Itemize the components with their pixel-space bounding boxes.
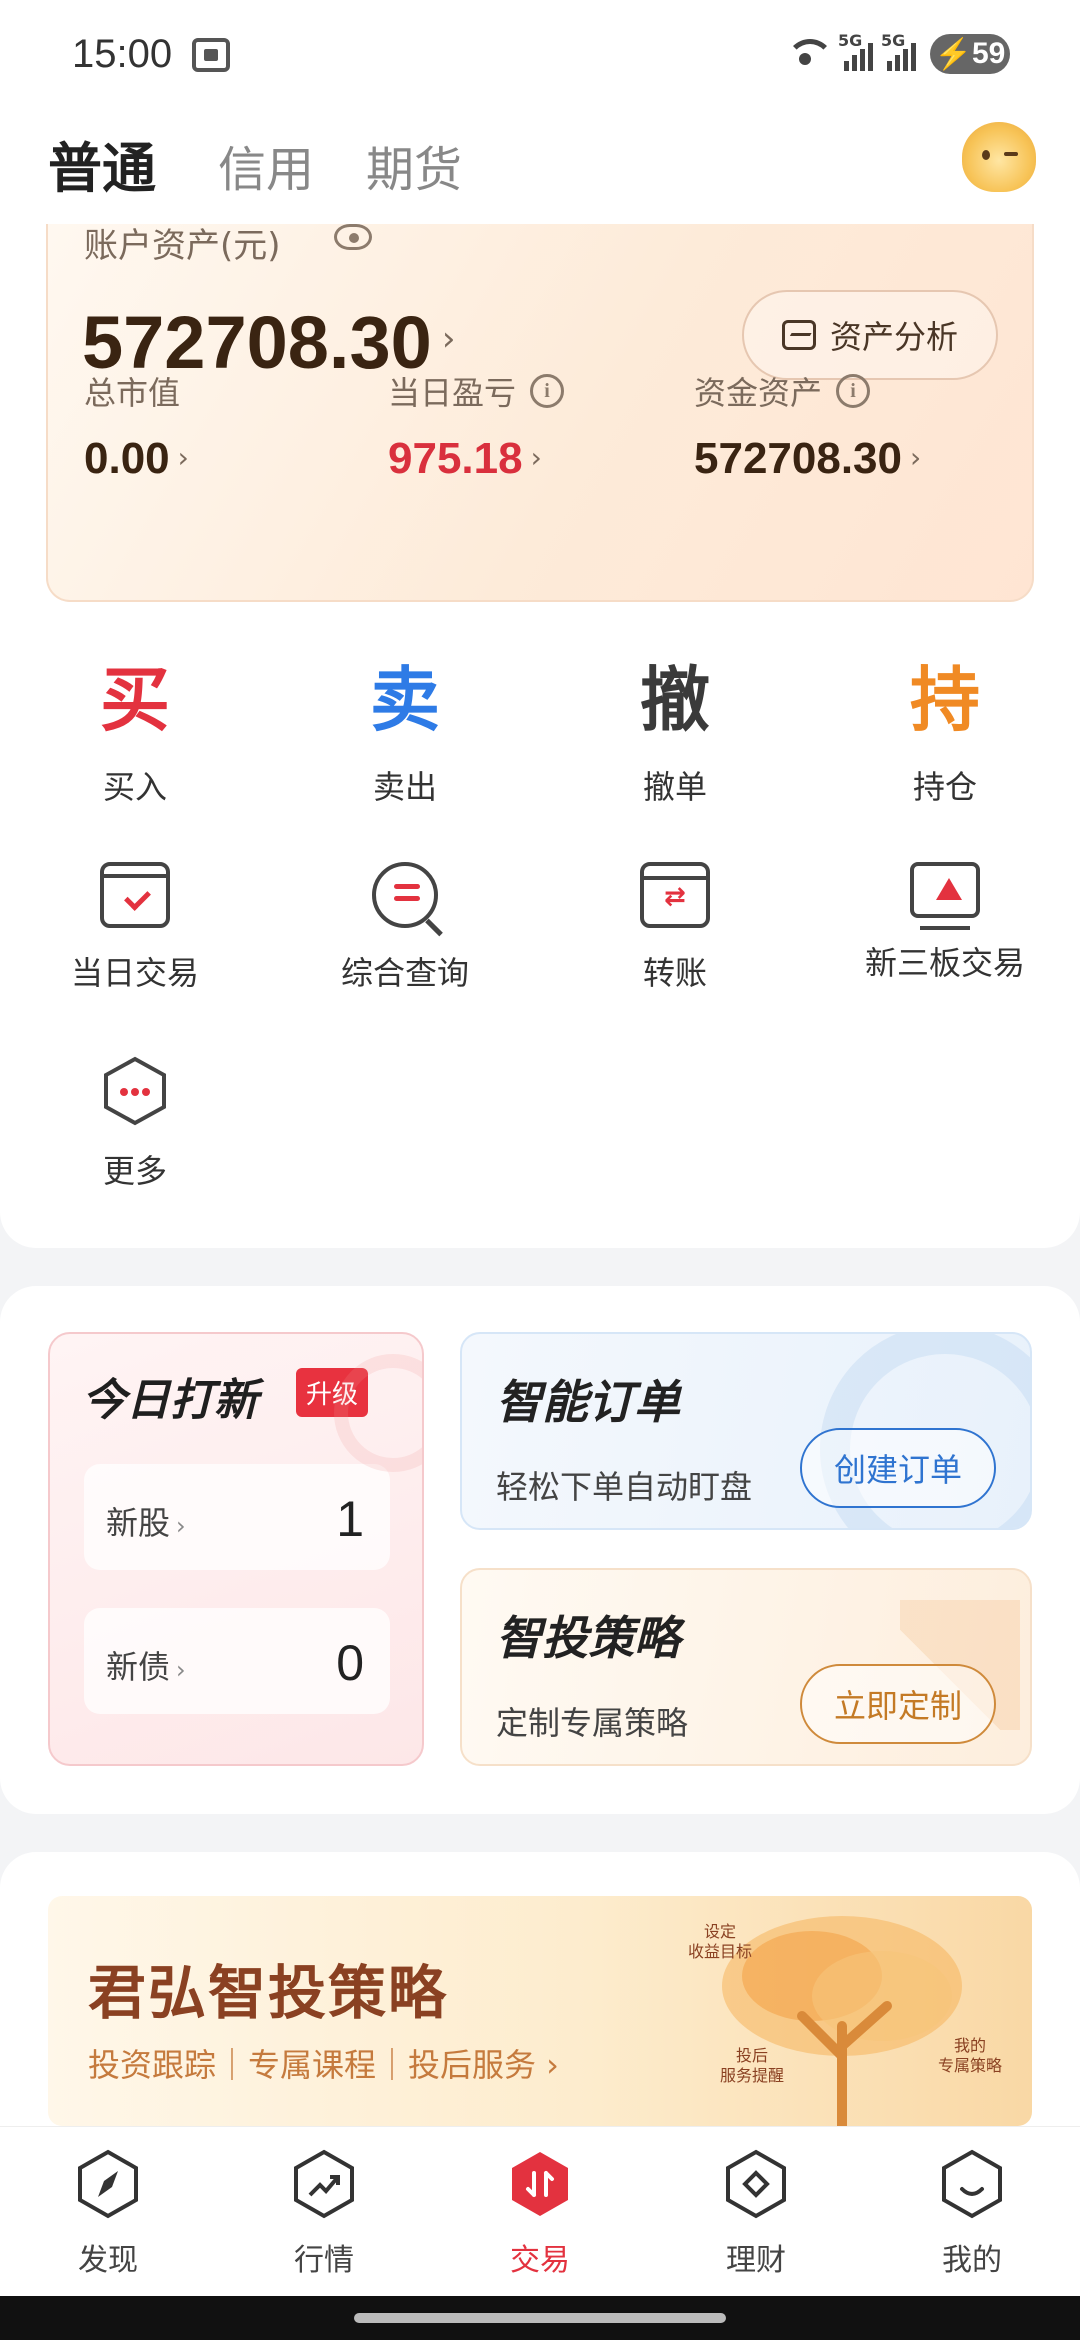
trade-icon (512, 2152, 568, 2216)
mascot-avatar-icon[interactable] (962, 122, 1036, 192)
search-icon (372, 862, 438, 928)
home-indicator[interactable] (354, 2313, 726, 2323)
status-time: 15:00 (72, 32, 173, 76)
daily-trades-button[interactable]: 当日交易 (0, 862, 270, 994)
strategy-banner[interactable]: 君弘智投策略 投资跟踪｜专属课程｜投后服务 › 设定 收益目标 投后 服务提醒 … (48, 1896, 1032, 2126)
asset-analysis-button[interactable]: 资产分析 (742, 290, 998, 380)
compass-icon (78, 2149, 138, 2219)
stat-market-value[interactable]: 总市值 0.00 › (84, 368, 189, 484)
calendar-icon (100, 862, 170, 928)
gesture-bar (0, 2296, 1080, 2340)
neeq-trade-button[interactable]: 新三板交易 (810, 862, 1080, 984)
smart-order-card[interactable]: 智能订单 轻松下单自动盯盘 创建订单 (460, 1332, 1032, 1530)
signal-icon-2: 5G (881, 31, 916, 71)
strategy-card[interactable]: 智投策略 定制专属策略 立即定制 (460, 1568, 1032, 1766)
info-icon[interactable]: i (836, 374, 871, 408)
cancel-order-button[interactable]: 撤 撤单 (540, 660, 810, 808)
customize-now-button[interactable]: 立即定制 (800, 1664, 996, 1744)
chevron-right-icon: › (910, 441, 922, 474)
positions-button[interactable]: 持 持仓 (810, 660, 1080, 808)
positions-icon: 持 (910, 659, 980, 741)
query-button[interactable]: 综合查询 (270, 862, 540, 994)
transfer-button[interactable]: 转账 (540, 862, 810, 994)
tab-futures[interactable]: 期货 (366, 130, 462, 200)
stat-daily-pnl[interactable]: 当日盈亏 i 975.18 › (388, 368, 565, 484)
chevron-right-icon: › (177, 441, 189, 474)
transfer-icon (640, 862, 710, 928)
sell-button[interactable]: 卖 卖出 (270, 660, 540, 808)
tab-credit[interactable]: 信用 (218, 130, 314, 200)
asset-label: 账户资产(元) (84, 226, 281, 266)
asset-card: 账户资产(元) 572708.30 › 资产分析 总市值 0.00 › 当日盈亏 i … (46, 224, 1034, 602)
banner-section: 君弘智投策略 投资跟踪｜专属课程｜投后服务 › 设定 收益目标 投后 服务提醒 … (0, 1852, 1080, 2152)
sell-icon: 卖 (370, 659, 440, 741)
user-icon (942, 2149, 1002, 2219)
diamond-icon (726, 2149, 786, 2219)
upgrade-badge: 升级 (296, 1368, 369, 1417)
promo-section: 今日打新 升级 新股 › 1 新债 › 0 智能订单 轻松下单自动盯盘 创建订单 智… (0, 1286, 1080, 1814)
buy-icon: 买 (100, 659, 170, 741)
info-icon[interactable]: i (530, 374, 565, 408)
ipo-title: 今日打新 (82, 1375, 258, 1426)
cancel-icon: 撤 (640, 659, 710, 741)
nav-market[interactable]: 行情 (216, 2149, 432, 2279)
status-bar: 15:00 5G 5G ⚡ 59 (0, 0, 1080, 110)
nav-discover[interactable]: 发现 (0, 2149, 216, 2279)
signal-icon: 5G (838, 31, 873, 71)
more-button[interactable]: 更多 (0, 1056, 270, 1192)
chevron-right-icon: › (530, 441, 542, 474)
new-stock-row[interactable]: 新股 › 1 (84, 1464, 390, 1570)
nav-me[interactable]: 我的 (864, 2149, 1080, 2279)
chart-icon (781, 320, 816, 350)
new-bond-row[interactable]: 新债 › 0 (84, 1608, 390, 1714)
stat-fund-assets[interactable]: 资金资产 i 572708.30 › (694, 368, 921, 484)
create-order-button[interactable]: 创建订单 (800, 1428, 996, 1508)
account-type-tabs: 普通 信用 期货 (0, 110, 1080, 226)
nav-wealth[interactable]: 理财 (648, 2149, 864, 2279)
battery-indicator: ⚡ 59 (930, 34, 1010, 74)
nav-trade[interactable]: 交易 (432, 2149, 648, 2279)
tab-normal[interactable]: 普通 (48, 124, 156, 203)
more-icon (102, 1056, 168, 1126)
chevron-right-icon: › (441, 319, 456, 359)
trade-main-panel: 账户资产(元) 572708.30 › 资产分析 总市值 0.00 › 当日盈亏 i … (0, 220, 1080, 1248)
eye-icon[interactable] (334, 224, 372, 250)
wifi-icon (784, 37, 834, 71)
buy-button[interactable]: 买 买入 (0, 660, 270, 808)
trend-icon (294, 2149, 354, 2219)
ipo-card[interactable]: 今日打新 升级 新股 › 1 新债 › 0 (48, 1332, 424, 1766)
screenshot-icon (192, 38, 230, 72)
monitor-icon (910, 862, 980, 930)
bottom-nav: 发现 行情 交易 理财 我的 (0, 2126, 1080, 2296)
